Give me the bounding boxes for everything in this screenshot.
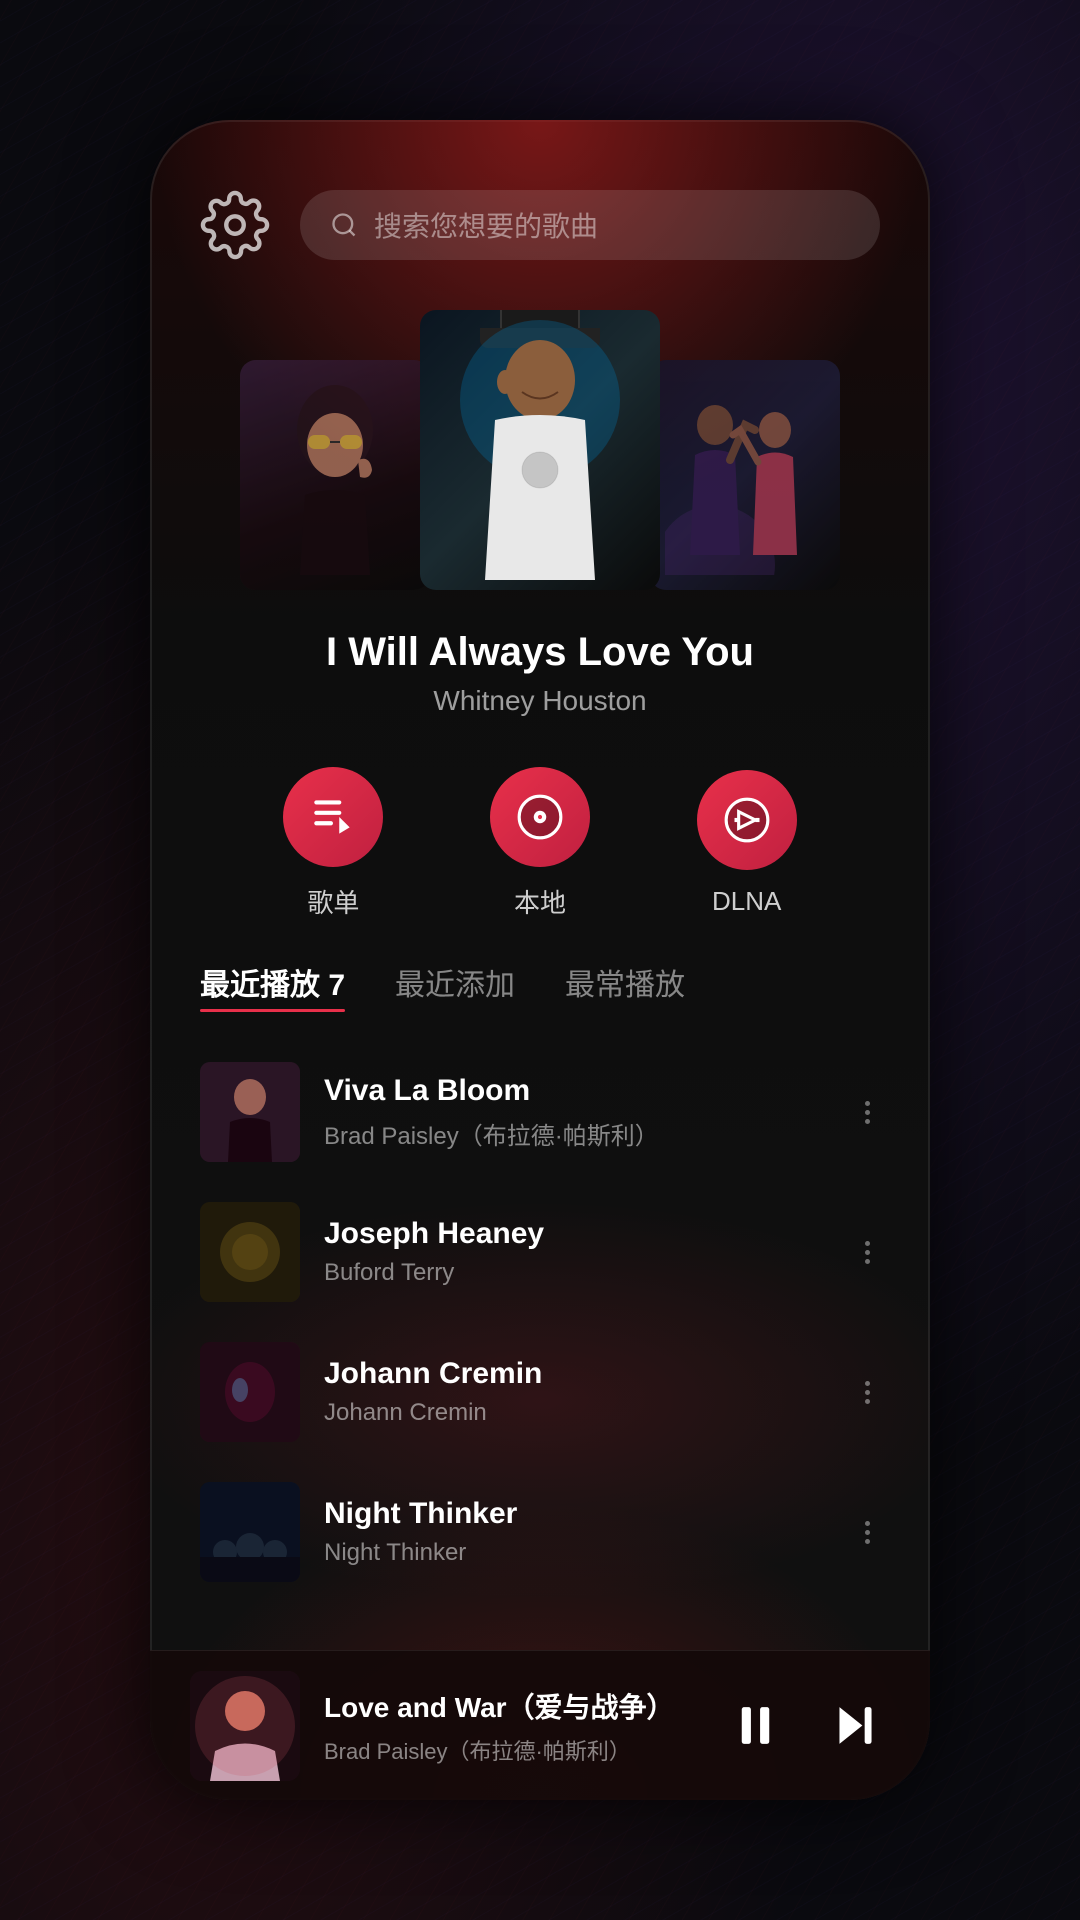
search-placeholder: 搜索您想要的歌曲 — [374, 205, 598, 245]
tabs: 最近播放 7 最近添加 最常播放 — [150, 960, 930, 1012]
song-item-2[interactable]: Joseph Heaney Buford Terry — [180, 1182, 900, 1322]
song-thumb-1 — [200, 1062, 300, 1162]
song-info-4: Night Thinker Night Thinker — [324, 1497, 831, 1567]
more-button-1[interactable] — [855, 1091, 880, 1134]
nav-local-label: 本地 — [514, 883, 566, 920]
tab-most-played[interactable]: 最常播放 — [565, 960, 685, 1012]
local-icon-circle — [490, 767, 590, 867]
more-button-3[interactable] — [855, 1371, 880, 1414]
album-art-left-image — [240, 360, 430, 590]
pause-button[interactable] — [720, 1691, 790, 1761]
song-thumb-4 — [200, 1482, 300, 1582]
now-playing-bar: Love and War（爱与战争） Brad Paisley（布拉德·帕斯利） — [150, 1650, 930, 1800]
header: 搜索您想要的歌曲 — [150, 120, 930, 290]
playlist-icon-circle — [283, 767, 383, 867]
song-thumb-3 — [200, 1342, 300, 1442]
track-info: I Will Always Love You Whitney Houston — [150, 610, 930, 727]
song-artist-3: Johann Cremin — [324, 1399, 831, 1427]
song-name-2: Joseph Heaney — [324, 1217, 831, 1251]
track-title: I Will Always Love You — [150, 630, 930, 675]
song-info-1: Viva La Bloom Brad Paisley（布拉德·帕斯利） — [324, 1074, 831, 1151]
song-list: Viva La Bloom Brad Paisley（布拉德·帕斯利） Jose… — [150, 1042, 930, 1602]
song-name-3: Johann Cremin — [324, 1357, 831, 1391]
song-artist-1: Brad Paisley（布拉德·帕斯利） — [324, 1116, 831, 1151]
player-controls — [720, 1691, 890, 1761]
tab-recent-play-label: 最近播放 — [200, 969, 328, 1002]
more-button-4[interactable] — [855, 1511, 880, 1554]
album-right[interactable] — [650, 360, 840, 590]
track-artist: Whitney Houston — [150, 685, 930, 717]
nav-dlna-label: DLNA — [712, 886, 781, 917]
tab-count: 7 — [328, 969, 345, 1002]
tab-most-played-label: 最常播放 — [565, 969, 685, 1002]
settings-button[interactable] — [200, 190, 270, 260]
song-name-4: Night Thinker — [324, 1497, 831, 1531]
search-icon — [330, 211, 358, 239]
song-artist-2: Buford Terry — [324, 1259, 831, 1287]
phone-frame: 搜索您想要的歌曲 — [150, 120, 930, 1800]
now-playing-title: Love and War（爱与战争） — [324, 1686, 696, 1726]
dlna-icon-circle — [697, 770, 797, 870]
album-art-center-image — [420, 310, 660, 590]
now-playing-artist: Brad Paisley（布拉德·帕斯利） — [324, 1734, 696, 1766]
album-center[interactable] — [420, 310, 660, 590]
more-button-2[interactable] — [855, 1231, 880, 1274]
next-button[interactable] — [820, 1691, 890, 1761]
song-item-1[interactable]: Viva La Bloom Brad Paisley（布拉德·帕斯利） — [180, 1042, 900, 1182]
tab-recent-add[interactable]: 最近添加 — [395, 960, 515, 1012]
album-art-right-image — [650, 360, 840, 590]
song-item-4[interactable]: Night Thinker Night Thinker — [180, 1462, 900, 1602]
search-bar[interactable]: 搜索您想要的歌曲 — [300, 190, 880, 260]
tab-recent-add-label: 最近添加 — [395, 969, 515, 1002]
album-left[interactable] — [240, 360, 430, 590]
song-name-1: Viva La Bloom — [324, 1074, 831, 1108]
now-playing-info: Love and War（爱与战争） Brad Paisley（布拉德·帕斯利） — [324, 1686, 696, 1766]
tab-recent-play[interactable]: 最近播放 7 — [200, 960, 345, 1012]
nav-dlna[interactable]: DLNA — [697, 770, 797, 917]
now-playing-thumb — [190, 1671, 300, 1781]
song-artist-4: Night Thinker — [324, 1539, 831, 1567]
nav-playlist[interactable]: 歌单 — [283, 767, 383, 920]
nav-playlist-label: 歌单 — [307, 883, 359, 920]
nav-local[interactable]: 本地 — [490, 767, 590, 920]
song-thumb-2 — [200, 1202, 300, 1302]
album-carousel — [150, 290, 930, 610]
nav-icons: 歌单 本地 DLNA — [150, 727, 930, 960]
song-info-3: Johann Cremin Johann Cremin — [324, 1357, 831, 1427]
song-item-3[interactable]: Johann Cremin Johann Cremin — [180, 1322, 900, 1462]
song-info-2: Joseph Heaney Buford Terry — [324, 1217, 831, 1287]
